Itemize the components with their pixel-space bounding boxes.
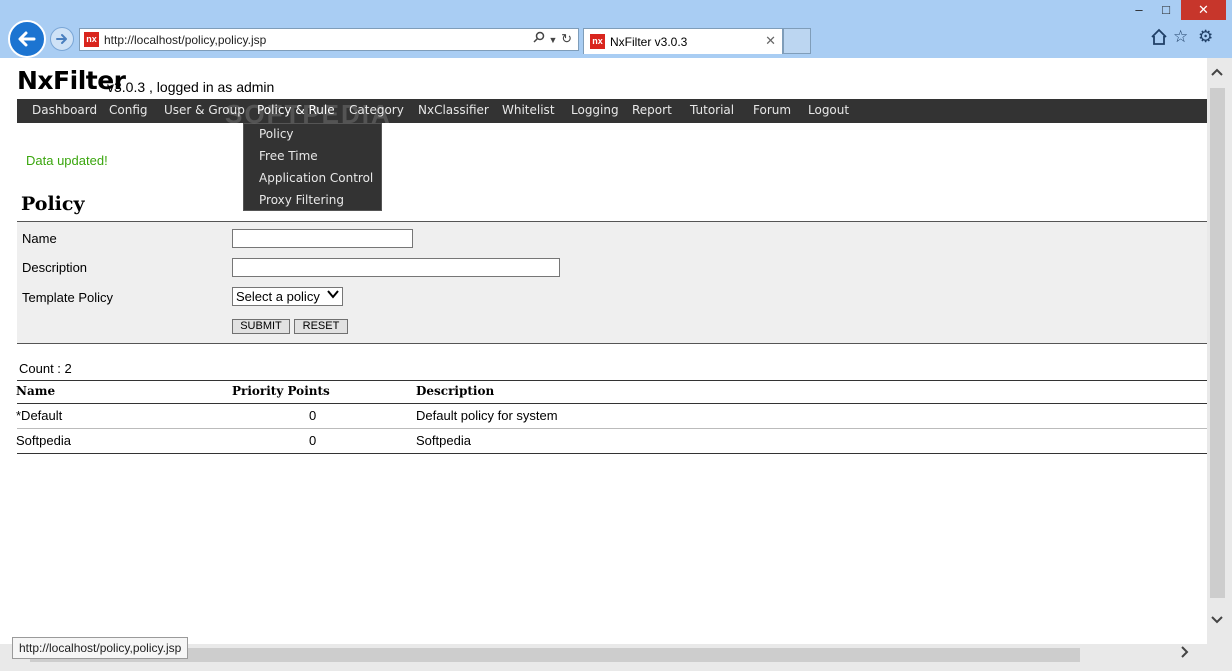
- address-bar[interactable]: nx http://localhost/policy,policy.jsp ▼ …: [79, 28, 579, 51]
- back-button[interactable]: [8, 20, 46, 58]
- menu-item-tutorial[interactable]: Tutorial: [690, 103, 734, 117]
- name-field[interactable]: [232, 229, 413, 248]
- main-menu: Dashboard Config User & Group Policy & R…: [17, 99, 1207, 123]
- column-header-description: Description: [416, 384, 495, 398]
- status-message: Data updated!: [26, 153, 108, 168]
- scroll-right-icon[interactable]: [1180, 645, 1190, 662]
- address-url[interactable]: http://localhost/policy,policy.jsp: [104, 33, 266, 47]
- minimize-button[interactable]: –: [1128, 0, 1150, 20]
- tab-nxfilter[interactable]: nx NxFilter v3.0.3 ✕: [583, 28, 783, 54]
- menu-item-dashboard[interactable]: Dashboard: [32, 103, 97, 117]
- chevron-down-icon: [327, 288, 339, 305]
- row-name[interactable]: Softpedia: [16, 433, 71, 448]
- menu-item-whitelist[interactable]: Whitelist: [502, 103, 555, 117]
- refresh-icon[interactable]: ↻: [561, 31, 572, 46]
- row-description: Softpedia: [416, 433, 471, 448]
- forward-arrow-icon: [56, 34, 67, 44]
- status-url-tooltip: http://localhost/policy,policy.jsp: [12, 637, 189, 659]
- star-icon[interactable]: ☆: [1173, 27, 1188, 47]
- row-priority: 0: [309, 408, 317, 423]
- chevron-down-icon[interactable]: ▼: [549, 35, 558, 45]
- column-header-priority: Priority Points: [232, 384, 330, 398]
- scroll-down-icon[interactable]: [1210, 612, 1224, 628]
- tab-title: NxFilter v3.0.3: [610, 35, 688, 49]
- template-policy-label: Template Policy: [22, 290, 114, 305]
- name-label: Name: [22, 231, 57, 246]
- maximize-button[interactable]: □: [1155, 0, 1177, 20]
- column-header-name: Name: [16, 384, 56, 398]
- scroll-up-icon[interactable]: [1210, 64, 1224, 80]
- description-field[interactable]: [232, 258, 560, 277]
- policy-count: Count : 2: [19, 361, 72, 376]
- row-description: Default policy for system: [416, 408, 558, 423]
- menu-item-report[interactable]: Report: [632, 103, 672, 117]
- description-label: Description: [22, 260, 88, 275]
- gear-icon[interactable]: ⚙: [1198, 27, 1213, 47]
- forward-button[interactable]: [50, 27, 74, 51]
- row-priority: 0: [309, 433, 317, 448]
- header-divider: [17, 403, 1207, 404]
- browser-toolbar: nx http://localhost/policy,policy.jsp ▼ …: [0, 0, 1232, 59]
- vertical-scroll-thumb[interactable]: [1210, 88, 1225, 598]
- menu-item-forum[interactable]: Forum: [753, 103, 791, 117]
- table-top-divider: [17, 380, 1207, 381]
- template-policy-select[interactable]: Select a policy: [232, 287, 343, 306]
- search-icon[interactable]: [533, 31, 545, 43]
- page-viewport: NxFilter v3.0.3 , logged in as admin Das…: [0, 58, 1207, 644]
- close-icon[interactable]: ✕: [765, 33, 776, 49]
- new-tab-button[interactable]: [783, 28, 811, 54]
- dropdown-item-free-time[interactable]: Free Time: [259, 149, 318, 163]
- version-login-text: v3.0.3 , logged in as admin: [107, 79, 275, 95]
- tab-favicon-icon: nx: [590, 34, 605, 49]
- policy-rule-dropdown: Policy Free Time Application Control Pro…: [243, 123, 382, 211]
- menu-item-config[interactable]: Config: [109, 103, 148, 117]
- page-title: Policy: [21, 193, 85, 215]
- dropdown-item-proxy-filtering[interactable]: Proxy Filtering: [259, 193, 344, 207]
- close-window-button[interactable]: ✕: [1181, 0, 1226, 20]
- table-bottom-divider: [17, 453, 1207, 454]
- address-controls[interactable]: ▼ ↻: [533, 31, 572, 47]
- template-policy-selected: Select a policy: [236, 289, 320, 304]
- policy-form: Name Description Template Policy Select …: [17, 221, 1207, 344]
- menu-item-nxclassifier[interactable]: NxClassifier: [418, 103, 489, 117]
- back-arrow-icon: [18, 31, 36, 47]
- row-divider: [17, 428, 1207, 429]
- home-icon[interactable]: [1150, 28, 1168, 51]
- dropdown-item-application-control[interactable]: Application Control: [259, 171, 373, 185]
- menu-item-logging[interactable]: Logging: [571, 103, 619, 117]
- row-name[interactable]: *Default: [16, 408, 62, 423]
- softpedia-watermark: SOFTPEDIA: [225, 99, 392, 129]
- menu-item-logout[interactable]: Logout: [808, 103, 849, 117]
- site-favicon-icon: nx: [84, 32, 99, 47]
- submit-button[interactable]: SUBMIT: [232, 319, 290, 334]
- reset-button[interactable]: RESET: [294, 319, 348, 334]
